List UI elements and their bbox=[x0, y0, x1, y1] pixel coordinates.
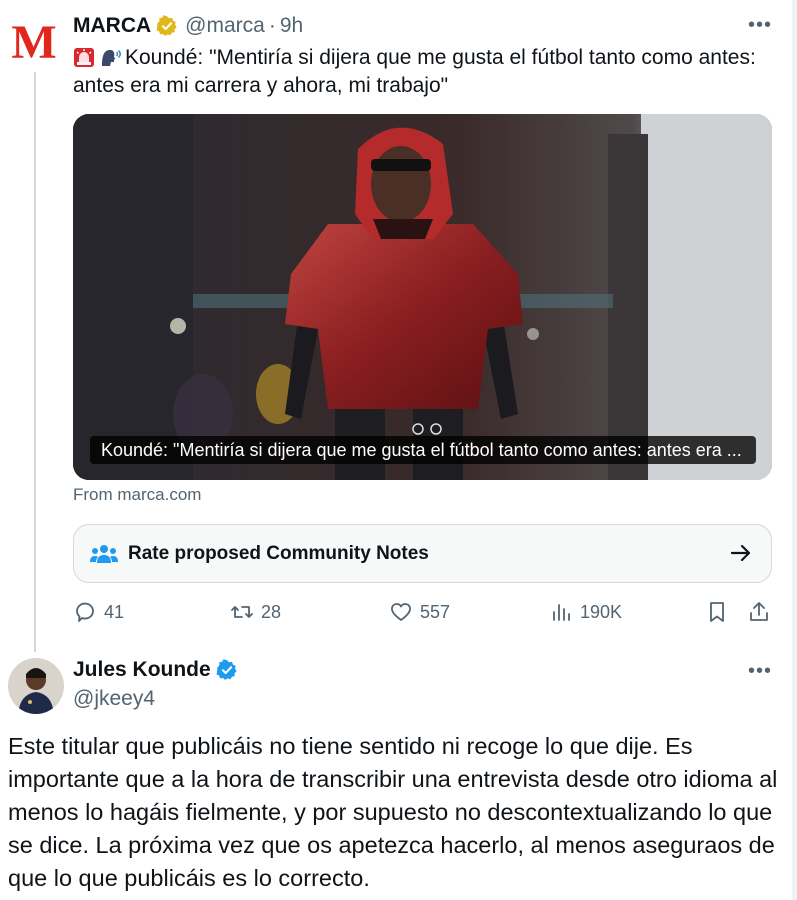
views-button[interactable]: 190K bbox=[549, 600, 622, 624]
retweet-count: 28 bbox=[261, 601, 282, 622]
community-notes-label: Rate proposed Community Notes bbox=[128, 542, 429, 564]
tweet2-author-name[interactable]: Jules Kounde bbox=[73, 658, 211, 682]
tweet1-header: MARCA @marca · 9h bbox=[73, 12, 303, 40]
thread-connector-line bbox=[34, 72, 36, 652]
share-upload-icon bbox=[750, 602, 768, 621]
like-count: 557 bbox=[420, 601, 451, 622]
tweet1-text: Koundé: "Mentiría si dijera que me gusta… bbox=[73, 44, 773, 100]
analytics-bar-icon bbox=[553, 604, 570, 621]
reply-count: 41 bbox=[104, 601, 125, 622]
community-notes-button[interactable]: Rate proposed Community Notes bbox=[73, 524, 772, 583]
views-count: 190K bbox=[580, 601, 623, 622]
avatar-photo bbox=[8, 658, 64, 714]
tweet1-media-caption: Koundé: "Mentiría si dijera que me gusta… bbox=[90, 436, 756, 464]
tweet1-more-options-icon[interactable]: ••• bbox=[748, 14, 772, 37]
tweet1-handle[interactable]: @marca bbox=[185, 14, 265, 38]
bookmark-icon bbox=[710, 602, 724, 622]
kounde-photo bbox=[73, 114, 772, 480]
tweet2-handle[interactable]: @jkeey4 bbox=[73, 687, 155, 711]
verified-blue-badge-icon bbox=[216, 659, 237, 680]
verified-gold-badge-icon bbox=[156, 15, 177, 36]
speaking-head-icon bbox=[102, 49, 121, 66]
tweet1-author-name[interactable]: MARCA bbox=[73, 14, 151, 38]
retweet-button[interactable]: 28 bbox=[230, 600, 281, 624]
scrollbar-edge bbox=[792, 0, 797, 900]
tweet2-header: Jules Kounde bbox=[73, 658, 245, 682]
bookmark-button[interactable] bbox=[705, 600, 736, 624]
like-button[interactable]: 557 bbox=[389, 600, 450, 624]
tweet1-text-body: Koundé: "Mentiría si dijera que me gusta… bbox=[73, 46, 756, 97]
link-source[interactable]: From marca.com bbox=[73, 485, 201, 505]
people-group-icon bbox=[90, 544, 118, 563]
arrow-right-icon bbox=[730, 544, 751, 562]
tweet1-action-bar: 41 28 557 190K bbox=[73, 600, 773, 628]
share-button[interactable] bbox=[747, 600, 778, 624]
jules-kounde-avatar[interactable] bbox=[8, 658, 64, 714]
tweet2-text: Este titular que publicáis no tiene sent… bbox=[8, 733, 778, 891]
marca-avatar[interactable]: M bbox=[12, 16, 56, 66]
reply-button[interactable]: 41 bbox=[73, 600, 124, 624]
reply-icon bbox=[76, 602, 94, 622]
police-light-icon bbox=[74, 48, 94, 67]
tweet2-more-options-icon[interactable]: ••• bbox=[748, 660, 772, 683]
marca-logo-letter: M bbox=[12, 18, 56, 64]
tweet1-link-card-image[interactable]: Koundé: "Mentiría si dijera que me gusta… bbox=[73, 114, 772, 480]
heart-icon bbox=[391, 603, 411, 621]
retweet-icon bbox=[231, 606, 253, 618]
marca-logo-icon: M bbox=[12, 18, 56, 64]
header-separator: · bbox=[268, 14, 276, 37]
tweet1-timestamp[interactable]: 9h bbox=[280, 14, 303, 38]
